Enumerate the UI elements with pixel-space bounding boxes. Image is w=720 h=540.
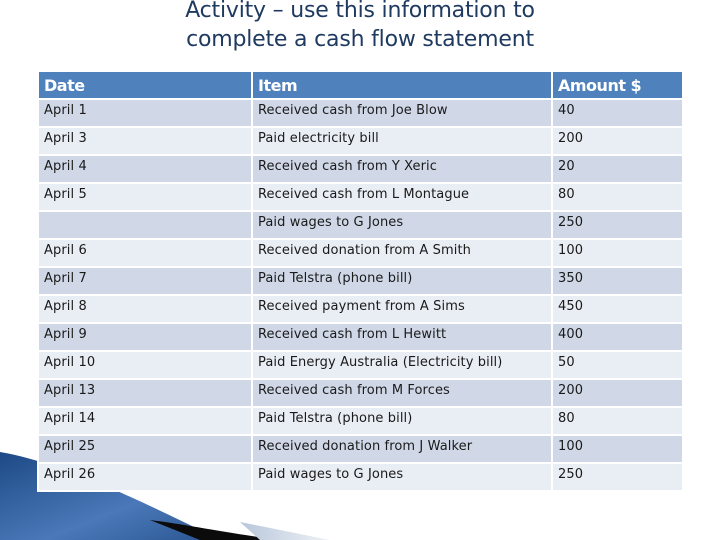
- date-cell: April 8: [39, 296, 251, 322]
- item-cell: Received cash from L Montague: [253, 184, 551, 210]
- item-cell: Paid electricity bill: [253, 128, 551, 154]
- item-cell: Received cash from M Forces: [253, 380, 551, 406]
- amount-cell: 50: [553, 352, 682, 378]
- table-row: April 25 Received donation from J Walker 1…: [39, 436, 682, 462]
- slide-title-line-1: Activity – use this information to: [185, 0, 535, 23]
- date-cell: April 5: [39, 184, 251, 210]
- item-cell: Received cash from L Hewitt: [253, 324, 551, 350]
- item-cell: Received donation from J Walker: [253, 436, 551, 462]
- slide-title: Activity – use this information to compl…: [0, 0, 720, 54]
- table-row: April 9 Received cash from L Hewitt 400: [39, 324, 682, 350]
- amount-cell: 20: [553, 156, 682, 182]
- amount-cell: 80: [553, 184, 682, 210]
- amount-cell: 200: [553, 128, 682, 154]
- amount-cell: 450: [553, 296, 682, 322]
- date-cell: April 13: [39, 380, 251, 406]
- date-cell: April 3: [39, 128, 251, 154]
- table-row: April 3 Paid electricity bill 200: [39, 128, 682, 154]
- table-row: Paid wages to G Jones 250: [39, 212, 682, 238]
- table-row: April 5 Received cash from L Montague 80: [39, 184, 682, 210]
- table-row: April 8 Received payment from A Sims 450: [39, 296, 682, 322]
- table-row: April 7 Paid Telstra (phone bill) 350: [39, 268, 682, 294]
- amount-cell: 40: [553, 100, 682, 126]
- table-row: April 4 Received cash from Y Xeric 20: [39, 156, 682, 182]
- amount-cell: 200: [553, 380, 682, 406]
- date-cell: April 10: [39, 352, 251, 378]
- table-row: April 1 Received cash from Joe Blow 40: [39, 100, 682, 126]
- amount-cell: 400: [553, 324, 682, 350]
- date-cell: April 1: [39, 100, 251, 126]
- amount-cell: 100: [553, 240, 682, 266]
- date-cell: April 9: [39, 324, 251, 350]
- transactions-table: Date Item Amount $ April 1 Received cash …: [37, 70, 684, 492]
- table-row: April 13 Received cash from M Forces 200: [39, 380, 682, 406]
- column-header-date: Date: [39, 72, 251, 98]
- table-body: April 1 Received cash from Joe Blow 40 Apri…: [39, 100, 682, 490]
- table-row: April 26 Paid wages to G Jones 250: [39, 464, 682, 490]
- amount-cell: 250: [553, 212, 682, 238]
- table-row: April 10 Paid Energy Australia (Electrici…: [39, 352, 682, 378]
- date-cell: April 4: [39, 156, 251, 182]
- table-header-row: Date Item Amount $: [39, 72, 682, 98]
- slide-title-line-2: complete a cash flow statement: [186, 27, 534, 52]
- column-header-amount: Amount $: [553, 72, 682, 98]
- amount-cell: 100: [553, 436, 682, 462]
- date-cell: April 26: [39, 464, 251, 490]
- item-cell: Paid Telstra (phone bill): [253, 408, 551, 434]
- amount-cell: 350: [553, 268, 682, 294]
- date-cell: April 14: [39, 408, 251, 434]
- table-row: April 6 Received donation from A Smith 100: [39, 240, 682, 266]
- amount-cell: 80: [553, 408, 682, 434]
- column-header-item: Item: [253, 72, 551, 98]
- item-cell: Received cash from Y Xeric: [253, 156, 551, 182]
- item-cell: Received donation from A Smith: [253, 240, 551, 266]
- item-cell: Paid Energy Australia (Electricity bill): [253, 352, 551, 378]
- date-cell: April 7: [39, 268, 251, 294]
- item-cell: Paid wages to G Jones: [253, 212, 551, 238]
- transactions-table-container: Date Item Amount $ April 1 Received cash …: [37, 70, 684, 492]
- item-cell: Received payment from A Sims: [253, 296, 551, 322]
- item-cell: Paid Telstra (phone bill): [253, 268, 551, 294]
- item-cell: Received cash from Joe Blow: [253, 100, 551, 126]
- item-cell: Paid wages to G Jones: [253, 464, 551, 490]
- amount-cell: 250: [553, 464, 682, 490]
- table-row: April 14 Paid Telstra (phone bill) 80: [39, 408, 682, 434]
- date-cell: [39, 212, 251, 238]
- date-cell: April 25: [39, 436, 251, 462]
- date-cell: April 6: [39, 240, 251, 266]
